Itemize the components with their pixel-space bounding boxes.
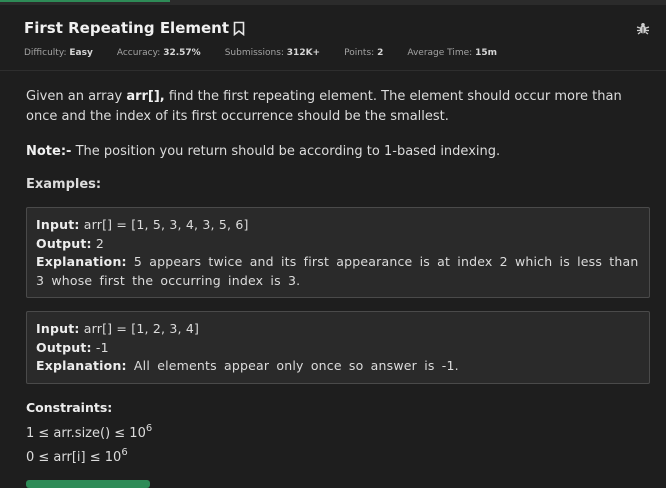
examples-heading: Examples: [26, 177, 102, 192]
example-box: Input: arr[] = [1, 5, 3, 4, 3, 5, 6] Out… [26, 207, 650, 298]
meta-difficulty: Difficulty: Easy [24, 48, 93, 58]
problem-title: First Repeating Element [24, 19, 230, 37]
example-explanation: Explanation: All elements appear only on… [36, 358, 459, 373]
example-explanation: Explanation: 5 appears twice and its fir… [36, 254, 639, 288]
constraint-line: 1 ≤ arr.size() ≤ 106 [26, 423, 153, 441]
example-box: Input: arr[] = [1, 2, 3, 4] Output: -1 E… [26, 311, 650, 384]
constraints-heading: Constraints: [26, 400, 113, 415]
bottom-action-button[interactable] [26, 480, 150, 488]
meta-accuracy: Accuracy: 32.57% [116, 48, 201, 58]
example-input: Input: arr[] = [1, 2, 3, 4] [36, 321, 200, 336]
example-input: Input: arr[] = [1, 5, 3, 4, 3, 5, 6] [36, 217, 249, 232]
problem-meta: Difficulty: Easy Accuracy: 32.57% Submis… [24, 48, 521, 58]
description-paragraph: Given an array arr[], find the first rep… [26, 89, 622, 124]
bug-icon[interactable] [636, 20, 650, 35]
example-output: Output: 2 [36, 235, 105, 251]
constraints-section: Constraints: [26, 400, 112, 415]
constraint-line: 0 ≤ arr[i] ≤ 106 [26, 447, 128, 465]
bookmark-icon[interactable] [233, 21, 245, 36]
meta-average-time: Average Time: 15m [407, 48, 497, 58]
header-divider [0, 70, 666, 71]
progress-indicator [0, 0, 170, 2]
meta-submissions: Submissions: 312K+ [224, 48, 321, 58]
meta-points: Points: 2 [344, 48, 384, 58]
problem-header: First Repeating Element Difficulty: Easy… [0, 5, 666, 70]
note-paragraph: Note:- The position you return should be… [26, 144, 501, 159]
example-output: Output: -1 [36, 339, 109, 355]
title-row: First Repeating Element [24, 19, 245, 37]
